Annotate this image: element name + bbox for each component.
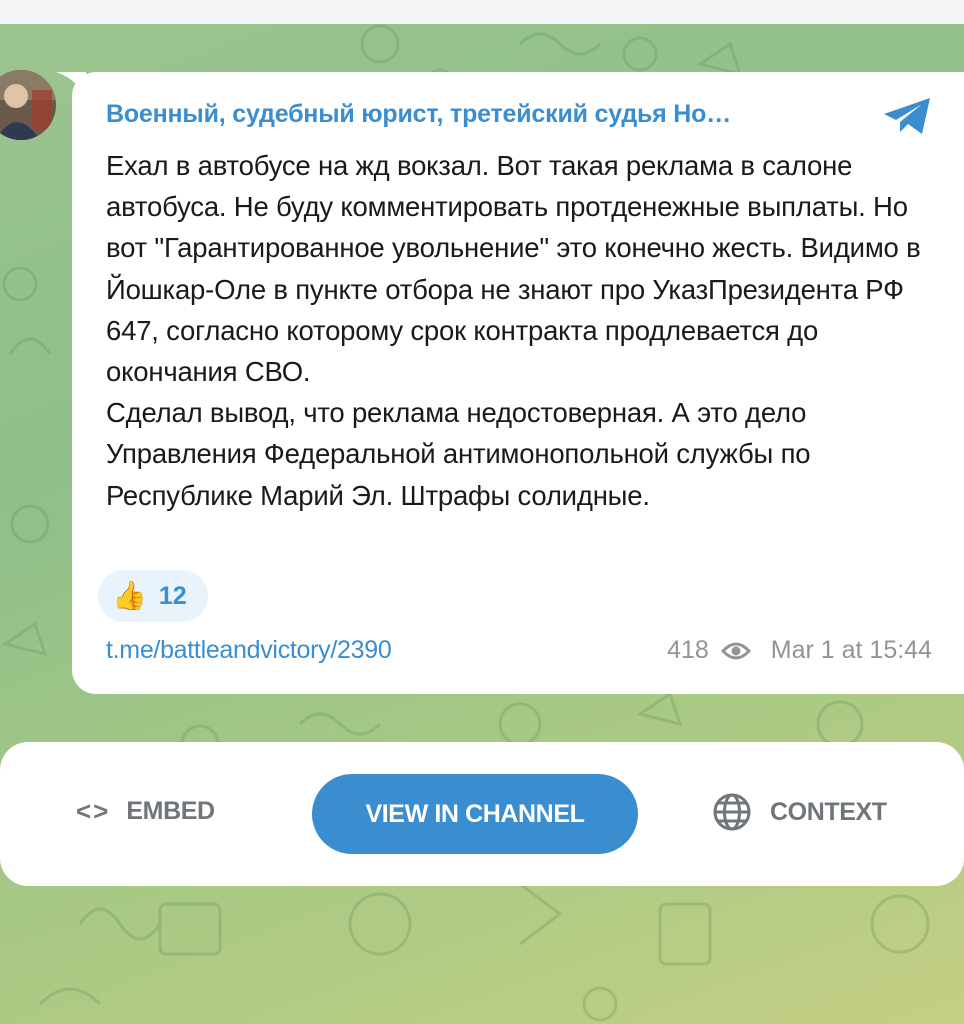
embed-label: EMBED (126, 797, 215, 825)
channel-title[interactable]: Военный, судебный юрист, третейский судь… (106, 100, 856, 129)
code-icon: <> (76, 796, 111, 826)
thumbs-up-icon: 👍 (112, 580, 147, 611)
context-button[interactable]: CONTEXT (712, 792, 887, 832)
view-count: 418 (667, 636, 709, 664)
message-date: Mar 1 at 15:44 (770, 636, 932, 664)
message-meta: 418 Mar 1 at 15:44 (667, 636, 932, 665)
message-paragraph: Ехал в автобусе на жд вокзал. Вот такая … (106, 150, 921, 388)
top-bar (0, 0, 964, 24)
message-link[interactable]: t.me/battleandvictory/2390 (106, 636, 392, 665)
message-text: Ехал в автобусе на жд вокзал. Вот такая … (106, 145, 936, 516)
globe-icon (713, 793, 751, 831)
embed-button[interactable]: <> EMBED (76, 796, 215, 827)
message-paragraph: Сделал вывод, что реклама недостоверная.… (106, 397, 811, 511)
telegram-icon[interactable] (882, 96, 934, 136)
view-in-channel-label: VIEW IN CHANNEL (365, 799, 585, 828)
eye-icon (720, 642, 751, 659)
action-bar: <> EMBED VIEW IN CHANNEL CONTEXT (0, 742, 964, 886)
reaction-count: 12 (158, 581, 187, 610)
context-label: CONTEXT (770, 797, 887, 826)
view-in-channel-button[interactable]: VIEW IN CHANNEL (312, 774, 638, 854)
reaction-chip[interactable]: 👍 12 (98, 570, 208, 622)
